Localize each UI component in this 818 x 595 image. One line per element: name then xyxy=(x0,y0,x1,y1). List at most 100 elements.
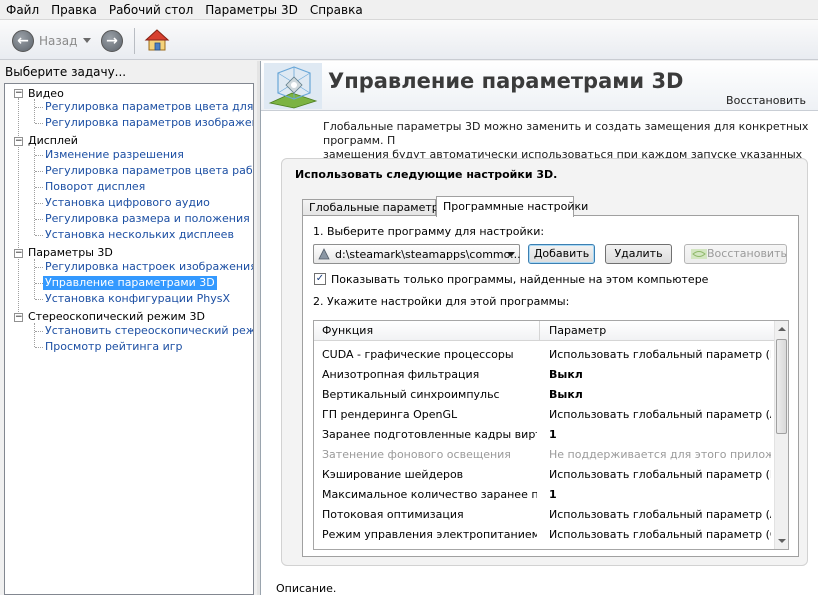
tree-item[interactable]: Установка цифрового аудио xyxy=(45,196,210,210)
back-button[interactable]: Назад xyxy=(39,34,77,48)
column-header-feature[interactable]: Функция xyxy=(322,324,373,337)
tree-line xyxy=(35,187,43,188)
tree-line xyxy=(35,331,43,332)
feature-cell: Максимальное количество заранее под... xyxy=(322,488,537,501)
setting-cell[interactable]: Использовать глобальный параметр (Все) xyxy=(549,348,771,361)
feature-cell: Режим управления электропитанием xyxy=(322,528,537,541)
tree-item[interactable]: Регулировка настроек изображения с пр xyxy=(45,260,253,274)
setting-cell[interactable]: Использовать глобальный параметр (А... xyxy=(549,408,771,421)
tree-line xyxy=(34,259,35,299)
scroll-up-icon[interactable] xyxy=(778,327,786,331)
tree-item[interactable]: Изменение разрешения xyxy=(45,148,184,162)
expand-collapse-icon[interactable]: − xyxy=(14,249,23,258)
toolbar-separator xyxy=(134,28,135,54)
expand-collapse-icon[interactable]: − xyxy=(14,89,23,98)
restore-link[interactable]: Восстановить xyxy=(726,94,806,107)
menu-file[interactable]: Файл xyxy=(0,0,45,20)
expand-collapse-icon[interactable]: − xyxy=(14,137,23,146)
tree-item[interactable]: Регулировка параметров изображения д xyxy=(45,116,253,130)
chevron-down-icon xyxy=(507,252,515,257)
scroll-down-icon[interactable] xyxy=(778,539,786,543)
tree-line xyxy=(35,219,43,220)
setting-cell[interactable]: 1 xyxy=(549,428,771,441)
table-row[interactable]: CUDA - графические процессоры Использова… xyxy=(314,345,774,365)
tree-category-display[interactable]: Дисплей xyxy=(28,134,78,148)
feature-cell: Затенение фонового освещения xyxy=(322,448,511,461)
table-row[interactable]: Анизотропная фильтрация Выкл xyxy=(314,365,774,385)
tree-category-3d-settings[interactable]: Параметры 3D xyxy=(28,246,113,260)
tree-category-stereo-3d[interactable]: Стереоскопический режим 3D xyxy=(28,310,205,324)
setting-cell[interactable]: Использовать глобальный параметр (В... xyxy=(549,468,771,481)
task-panel: Выберите задачу... − Видео Регулировка п… xyxy=(0,61,257,595)
setting-cell[interactable]: Выкл xyxy=(549,368,771,381)
feature-cell: Заранее подготовленные кадры вирту... xyxy=(322,428,537,441)
home-icon[interactable] xyxy=(144,27,170,53)
back-history-dropdown-icon[interactable] xyxy=(83,38,91,43)
table-row[interactable]: Режим управления электропитанием Использ… xyxy=(314,525,774,545)
main-panel: Управление параметрами 3D Восстановить Г… xyxy=(260,61,818,595)
table-row[interactable]: Максимальное количество заранее под... 1 xyxy=(314,485,774,505)
tree-item[interactable]: Поворот дисплея xyxy=(45,180,145,194)
column-header-setting[interactable]: Параметр xyxy=(549,324,606,337)
back-arrow-icon[interactable]: ← xyxy=(12,30,34,52)
tree-line xyxy=(35,283,43,284)
tree-line xyxy=(35,171,43,172)
tree-item-selected[interactable]: Управление параметрами 3D xyxy=(43,276,217,290)
table-row[interactable]: Кэширование шейдеров Использовать глобал… xyxy=(314,465,774,485)
table-row[interactable]: ГП рендеринга OpenGL Использовать глобал… xyxy=(314,405,774,425)
program-select[interactable]: d:\steamark\steamapps\commo... xyxy=(313,244,521,264)
feature-cell: Потоковая оптимизация xyxy=(322,508,464,521)
tree-line xyxy=(34,323,35,347)
setting-cell[interactable]: Использовать глобальный параметр (О... xyxy=(549,528,771,541)
table-row[interactable]: Потоковая оптимизация Использовать глоба… xyxy=(314,505,774,525)
tree-item[interactable]: Установка конфигурации PhysX xyxy=(45,292,230,306)
tree-item[interactable]: Регулировка параметров цвета рабочег xyxy=(45,164,253,178)
tree-category-video[interactable]: Видео xyxy=(28,87,64,101)
tree-item[interactable]: Установить стереоскопический режим 3 xyxy=(45,324,253,338)
tree-line xyxy=(35,107,43,108)
scrollbar-thumb[interactable] xyxy=(776,339,787,434)
toolbar: ← Назад → xyxy=(0,20,818,60)
table-row[interactable]: Вертикальный синхроимпульс Выкл xyxy=(314,385,774,405)
settings-box-title: Использовать следующие настройки 3D. xyxy=(295,168,558,181)
add-button[interactable]: Добавить xyxy=(528,244,595,264)
feature-cell: Кэширование шейдеров xyxy=(322,468,464,481)
program-settings-panel: 1. Выберите программу для настройки: d:\… xyxy=(302,215,799,557)
setting-cell[interactable]: 1 xyxy=(549,488,771,501)
menu-3d-settings[interactable]: Параметры 3D xyxy=(199,0,304,20)
step2-label: 2. Укажите настройки для этой программы: xyxy=(313,295,570,308)
steam-app-icon xyxy=(318,248,330,260)
setting-cell[interactable]: Выкл xyxy=(549,388,771,401)
show-found-only-checkbox[interactable]: ✓ xyxy=(314,273,326,285)
expand-collapse-icon[interactable]: − xyxy=(14,313,23,322)
menu-desktop[interactable]: Рабочий стол xyxy=(103,0,199,20)
tab-global-settings[interactable]: Глобальные параметры xyxy=(302,199,447,216)
tree-item[interactable]: Регулировка параметров цвета для вид xyxy=(45,100,253,114)
tree-item[interactable]: Просмотр рейтинга игр xyxy=(45,340,183,354)
description-footer: Описание. xyxy=(276,582,337,595)
show-found-only-label[interactable]: Показывать только программы, найденные н… xyxy=(331,273,708,286)
feature-cell: Вертикальный синхроимпульс xyxy=(322,388,500,401)
tree-line xyxy=(35,155,43,156)
setting-cell: Не поддерживается для этого приложе... xyxy=(549,448,771,461)
table-row[interactable]: Заранее подготовленные кадры вирту... 1 xyxy=(314,425,774,445)
task-panel-header: Выберите задачу... xyxy=(5,65,127,79)
restore-button[interactable]: Восстановить xyxy=(684,244,787,264)
tree-line xyxy=(35,347,43,348)
tree-line xyxy=(34,99,35,123)
nvidia-eye-icon xyxy=(691,249,707,259)
tree-line xyxy=(34,147,35,235)
delete-button[interactable]: Удалить xyxy=(605,244,672,264)
tree-line xyxy=(18,98,19,316)
menu-edit[interactable]: Правка xyxy=(45,0,103,20)
page-banner: Управление параметрами 3D Восстановить xyxy=(261,61,818,111)
tab-program-settings[interactable]: Программные настройки xyxy=(436,196,588,217)
menu-help[interactable]: Справка xyxy=(304,0,369,20)
tree-item[interactable]: Регулировка размера и положения рабо xyxy=(45,212,253,226)
grid-scrollbar[interactable] xyxy=(774,321,788,549)
forward-arrow-icon[interactable]: → xyxy=(101,30,123,52)
tree-item[interactable]: Установка нескольких дисплеев xyxy=(45,228,234,242)
column-separator[interactable] xyxy=(539,321,540,341)
tree-line xyxy=(35,123,43,124)
setting-cell[interactable]: Использовать глобальный параметр (А... xyxy=(549,508,771,521)
